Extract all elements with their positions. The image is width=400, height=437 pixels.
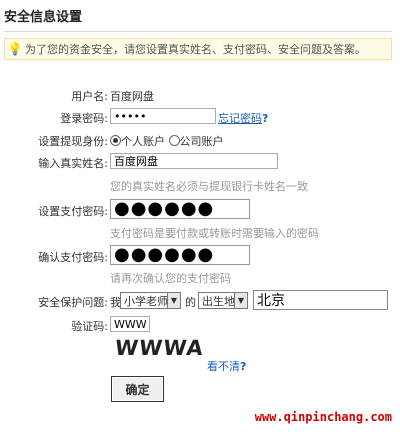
row-security-question: 安全保护问题: 我 小学老师 ▼ 的 出生地 ▼ [0, 290, 400, 311]
watermark: www.qinpinchang.com [254, 410, 392, 424]
question-middle: 的 [185, 296, 196, 309]
place-select[interactable]: 出生地 ▼ [198, 292, 248, 309]
radio-personal[interactable] [110, 135, 121, 146]
pay-password-help: 支付密码是要付款或转账时需要输入的密码 [110, 227, 319, 240]
chevron-down-icon: ▼ [234, 293, 247, 308]
notice-text: 为了您的资金安全，请您设置真实姓名、支付密码、安全问题及答案。 [25, 43, 366, 56]
row-confirm-pay-password: 确认支付密码: ●●●●●● [0, 245, 400, 265]
page-title: 安全信息设置 [4, 10, 83, 25]
chevron-down-icon: ▼ [167, 293, 180, 308]
row-captcha: 验证码: [0, 316, 400, 336]
captcha-refresh-link[interactable]: 看不清 [207, 360, 240, 373]
radio-company[interactable] [168, 135, 180, 146]
withdraw-identity-label: 设置提现身份: [38, 135, 108, 148]
username-value: 百度网盘 [110, 90, 154, 103]
username-label: 用户名: [71, 90, 108, 103]
question-select[interactable]: 小学老师 ▼ [120, 292, 181, 309]
login-password-label: 登录密码: [60, 112, 108, 125]
security-question-label: 安全保护问题: [38, 296, 108, 309]
captcha-refresh-q: ? [240, 360, 247, 373]
forgot-password-link[interactable]: 忘记密码 [218, 112, 262, 125]
security-answer-input[interactable] [253, 290, 388, 310]
confirm-pay-password-label: 确认支付密码: [38, 251, 108, 264]
captcha-input[interactable] [110, 316, 150, 332]
row-real-name: 输入真实姓名: [0, 153, 400, 173]
notice-bar: 💡 为了您的资金安全，请您设置真实姓名、支付密码、安全问题及答案。 [4, 38, 392, 60]
row-pay-password: 设置支付密码: ●●●●●● [0, 199, 400, 219]
bulb-icon: 💡 [7, 42, 23, 56]
real-name-help: 您的真实姓名必须与提现银行卡姓名一致 [110, 180, 308, 193]
captcha-image[interactable]: WWWA [114, 336, 205, 360]
login-password-input[interactable] [110, 108, 216, 124]
radio-company-label: 公司账户 [179, 135, 224, 148]
pay-password-input[interactable]: ●●●●●● [110, 199, 250, 219]
captcha-refresh: 看不清? [207, 358, 246, 374]
submit-button[interactable]: 确定 [111, 376, 164, 402]
captcha-label: 验证码: [71, 320, 108, 333]
confirm-pay-password-help: 请再次确认您的支付密码 [110, 272, 231, 285]
row-withdraw-identity: 设置提现身份: 个人账户 公司账户 [0, 131, 400, 151]
confirm-pay-password-input[interactable]: ●●●●●● [110, 245, 250, 265]
row-login-password: 登录密码: 忘记密码? [0, 108, 400, 128]
header: 安全信息设置 [4, 6, 392, 32]
real-name-input[interactable] [110, 153, 278, 169]
place-select-value: 出生地 [202, 294, 235, 308]
real-name-label: 输入真实姓名: [38, 157, 108, 170]
radio-personal-label: 个人账户 [121, 135, 165, 148]
forgot-password-q: ? [262, 112, 269, 125]
row-username: 用户名: 百度网盘 [0, 86, 400, 106]
question-select-value: 小学老师 [124, 294, 168, 308]
pay-password-label: 设置支付密码: [38, 205, 108, 218]
